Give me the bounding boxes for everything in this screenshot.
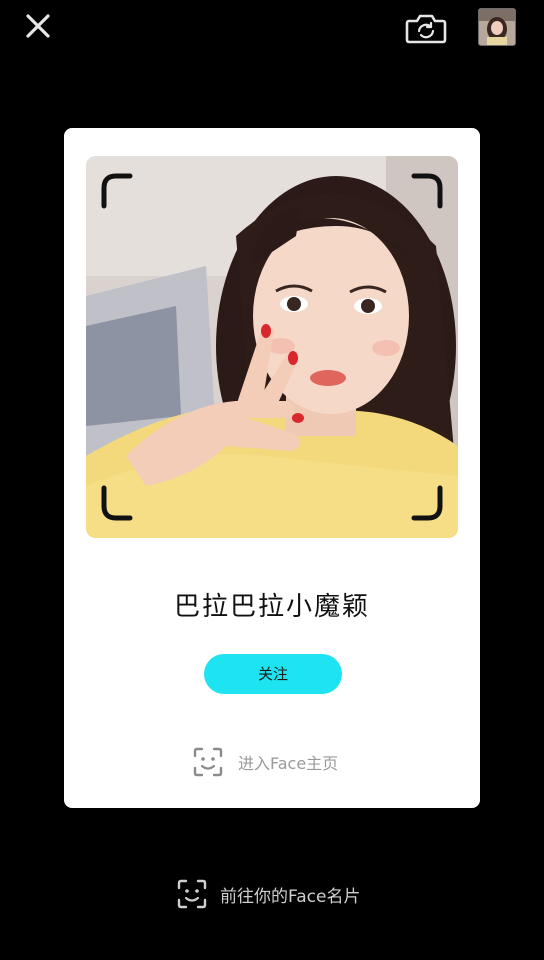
my-face-card-label: 前往你的Face名片 bbox=[220, 886, 361, 907]
camera-switch-button[interactable] bbox=[404, 10, 448, 46]
profile-photo-image bbox=[86, 156, 458, 538]
enter-face-home-link[interactable]: 进入Face主页 bbox=[192, 744, 338, 780]
avatar[interactable] bbox=[478, 8, 516, 46]
close-icon bbox=[26, 14, 50, 38]
enter-face-home-label: 进入Face主页 bbox=[238, 754, 339, 773]
profile-photo bbox=[86, 156, 458, 538]
follow-button[interactable]: 关注 bbox=[204, 654, 342, 694]
face-card: 巴拉巴拉小魔颖 关注 进入Face主页 bbox=[64, 128, 480, 808]
camera-switch-icon bbox=[405, 14, 447, 44]
face-scan-icon bbox=[193, 747, 223, 777]
close-button[interactable] bbox=[20, 10, 56, 46]
face-card-screen: 巴拉巴拉小魔颖 关注 进入Face主页 前往你的Face名片 bbox=[0, 0, 544, 960]
avatar-image bbox=[479, 9, 515, 45]
my-face-card-link[interactable]: 前往你的Face名片 bbox=[176, 876, 360, 912]
user-name: 巴拉巴拉小魔颖 bbox=[173, 592, 370, 622]
face-scan-icon bbox=[177, 879, 207, 909]
